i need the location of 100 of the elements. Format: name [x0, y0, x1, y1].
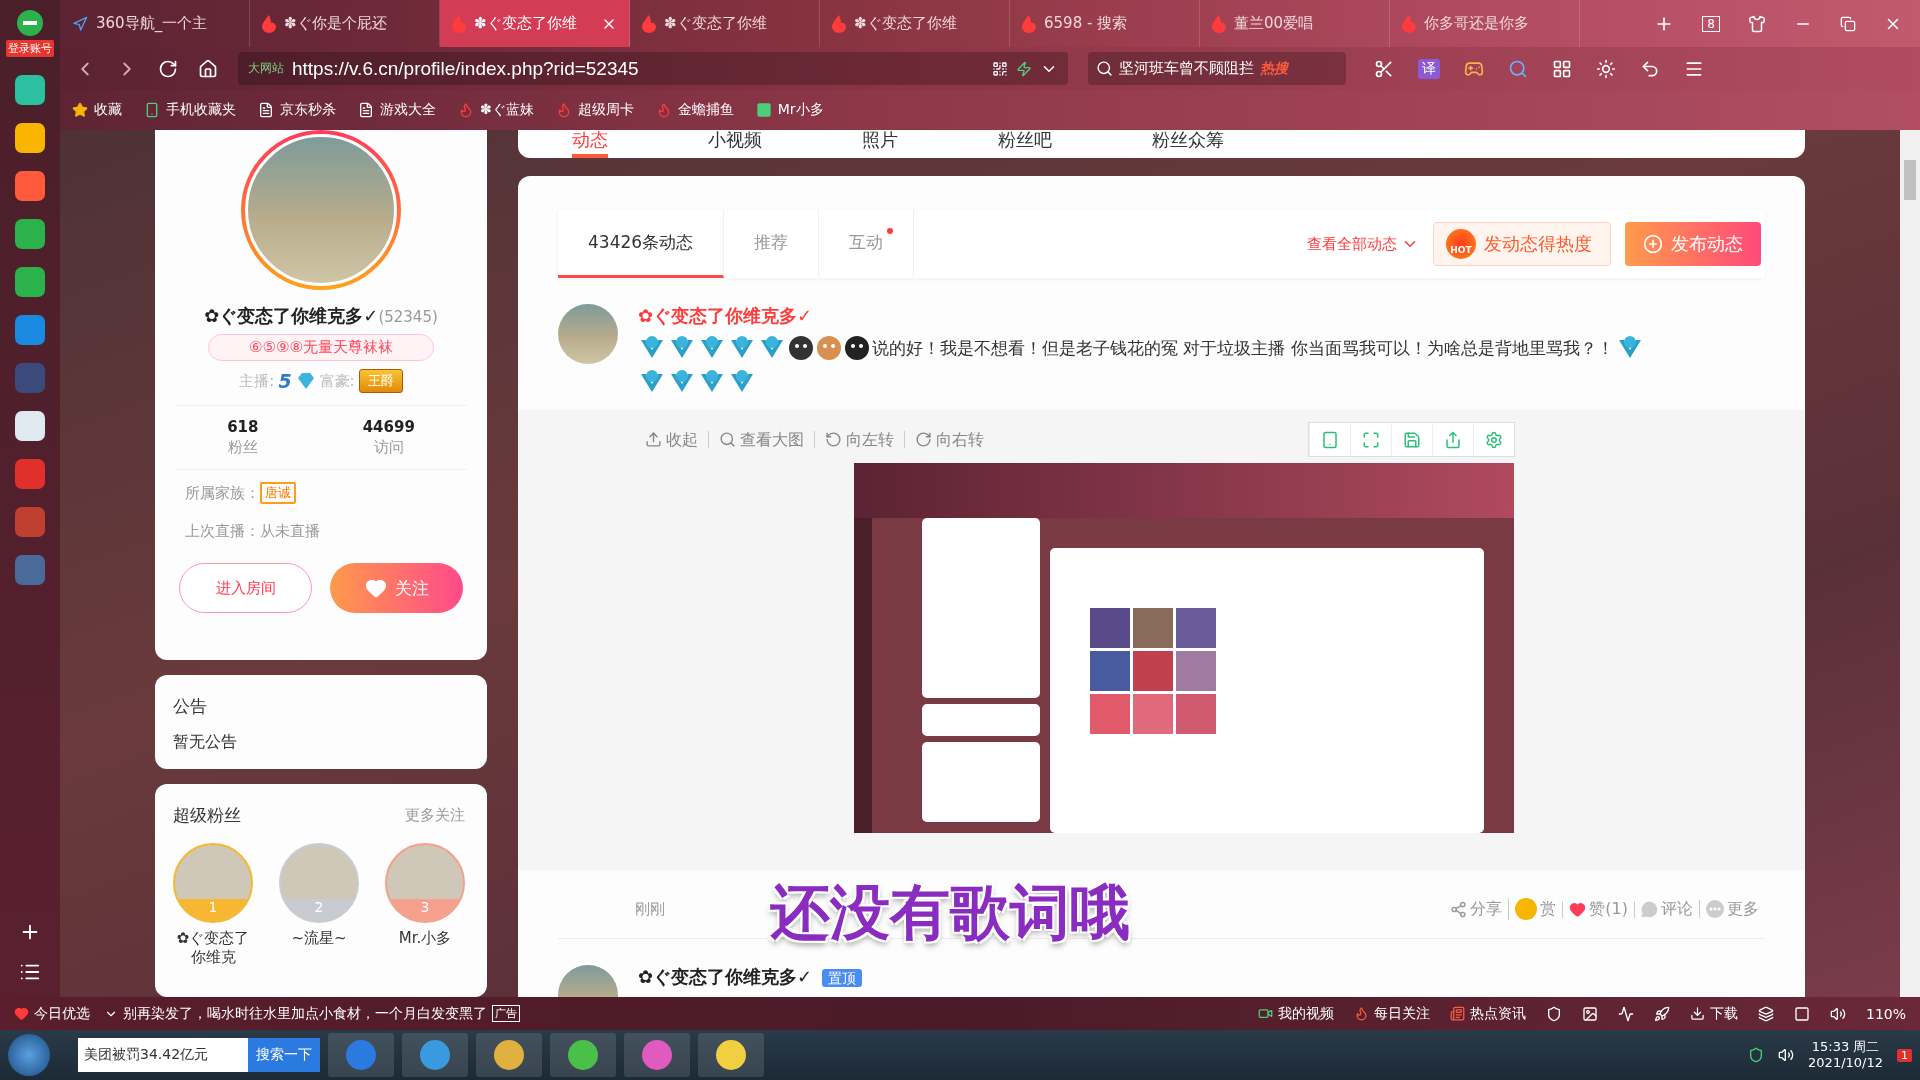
post-action-link[interactable]: 评论 [1634, 900, 1699, 918]
navigation-icon [72, 15, 88, 32]
post-action-link[interactable]: 更多 [1699, 900, 1765, 918]
app-icon[interactable] [15, 267, 45, 297]
bookmark-link[interactable]: 超级周卡 [555, 101, 634, 119]
zoom-level[interactable]: 110% [1865, 1005, 1906, 1022]
bookmark-link[interactable]: 京东秒杀 [258, 101, 336, 119]
login-link[interactable]: 登录账号 [6, 40, 54, 57]
comment-icon [1641, 900, 1658, 918]
shirt-icon[interactable] [1748, 14, 1766, 33]
undo-icon[interactable] [1640, 58, 1660, 79]
bookmark-link[interactable]: Mr小多 [755, 101, 824, 119]
restore-icon[interactable] [1840, 15, 1856, 32]
feed-tab[interactable]: 推荐 [724, 210, 820, 278]
news-link[interactable]: 别再染发了，喝水时往水里加点小食材，一个月白发变黑了 广告 [104, 1004, 520, 1023]
fan-name: ~流星~ [290, 929, 348, 948]
taskbar-app-icon[interactable] [624, 1033, 690, 1077]
scrollbar-thumb[interactable] [1904, 160, 1916, 200]
volume-icon[interactable] [1829, 1005, 1846, 1022]
image-tool-link[interactable]: 向右转 [904, 431, 994, 448]
heart-icon [1569, 900, 1587, 918]
address-field[interactable]: 大网站 https://v.6.cn/profile/index.php?rid=52345 [238, 52, 1068, 85]
hot-button[interactable]: HOT 发动态得热度 [1433, 222, 1611, 266]
view-all-link[interactable]: 查看全部动态 [1307, 234, 1419, 254]
image-tool-link[interactable]: 收起 [635, 431, 708, 448]
taskbar-app-icon[interactable] [476, 1033, 542, 1077]
post-action-link[interactable]: 赞(1) [1562, 900, 1634, 918]
nav-tab[interactable]: 粉丝众筹 [1152, 130, 1224, 158]
app-icon[interactable] [15, 171, 45, 201]
start-button[interactable] [8, 1034, 50, 1076]
taskbar-app-icon[interactable] [402, 1033, 468, 1077]
bookmark-link[interactable]: 金蟾捕鱼 [655, 101, 734, 119]
brightness-icon[interactable] [1596, 58, 1616, 79]
enter-room-button[interactable]: 进入房间 [179, 563, 312, 613]
image-icon[interactable] [1581, 1005, 1598, 1022]
download-link[interactable]: 下载 [1689, 1004, 1738, 1023]
bookmark-link[interactable]: 手机收藏夹 [144, 101, 236, 119]
today-picks-link[interactable]: 今日优选 [14, 1004, 90, 1023]
author-name[interactable]: ✿ぐ变态了你维克多✓ [638, 966, 813, 987]
qr-code-icon[interactable] [992, 60, 1008, 77]
window-icon[interactable] [1793, 1005, 1810, 1022]
reload-icon[interactable] [158, 58, 178, 79]
search-field[interactable]: 坚河班车曾不顾阻拦 热搜 [1088, 52, 1346, 85]
heart-icon [14, 1006, 29, 1021]
anchor-label: 主播: [239, 371, 275, 391]
app-icon[interactable] [15, 123, 45, 153]
taskbar-app-icon[interactable] [698, 1033, 764, 1077]
tab-count[interactable]: 8 [1702, 15, 1720, 32]
flame-logo-icon [1022, 14, 1036, 33]
health-icon[interactable] [1617, 1005, 1634, 1022]
share-icon [1450, 900, 1468, 918]
family-label: 所属家族： [185, 483, 260, 503]
rocket-icon[interactable] [1653, 1005, 1670, 1022]
search-icon [1096, 60, 1113, 77]
taskbar-app-icon[interactable] [550, 1033, 616, 1077]
browser-tab[interactable]: ✽ぐ变态了你维 [440, 0, 630, 47]
clock[interactable]: 15:33 周二 2021/10/12 [1808, 1039, 1883, 1071]
follow-button[interactable]: 关注 [330, 563, 463, 613]
scissors-icon[interactable] [1374, 58, 1394, 79]
author-name[interactable]: ✿ぐ变态了你维克多✓ [638, 304, 1765, 328]
translate-button[interactable]: 译 [1418, 58, 1440, 79]
taskbar-search-button[interactable]: 搜索一下 [248, 1038, 320, 1072]
lightning-icon[interactable] [1016, 60, 1032, 77]
image-tool-link[interactable]: 向左转 [814, 431, 904, 448]
publish-button[interactable]: 发布动态 [1625, 222, 1761, 266]
sticker-icon [816, 335, 842, 361]
grid-icon[interactable] [1552, 58, 1572, 79]
post-action-link[interactable]: 赏 [1508, 898, 1563, 920]
image-tool-link[interactable]: 查看大图 [708, 431, 814, 448]
volume-icon[interactable] [1778, 1047, 1795, 1063]
flame-logo-icon [832, 14, 846, 33]
bookmark-link[interactable]: ✽ぐ蓝妹 [458, 101, 534, 119]
family-tag: 唐诚 [260, 482, 296, 504]
bookmark-link[interactable]: 游戏大全 [358, 101, 436, 119]
stat-value: 618 [227, 418, 259, 436]
status-link[interactable]: 热点资讯 [1449, 1004, 1526, 1023]
flame-logo-icon [452, 14, 466, 33]
nav-tab[interactable]: 小视频 [708, 130, 762, 158]
nav-tab[interactable]: 动态 [572, 130, 608, 158]
more-follow-link[interactable]: 更多关注 [405, 806, 465, 825]
app-icon[interactable] [15, 411, 45, 441]
layers-icon[interactable] [1757, 1005, 1774, 1022]
nav-tab[interactable]: 粉丝吧 [998, 130, 1052, 158]
feed-tab[interactable]: 互动 [819, 210, 915, 278]
status-link[interactable]: 我的视频 [1257, 1004, 1334, 1023]
nav-tab[interactable]: 照片 [862, 130, 898, 158]
shield-icon[interactable] [1545, 1005, 1562, 1022]
search-icon[interactable] [1508, 58, 1528, 79]
app-icon[interactable] [15, 75, 45, 105]
shield-icon[interactable] [1748, 1047, 1765, 1063]
taskbar-search-field[interactable]: 美团被罚34.42亿元 搜索一下 [78, 1038, 320, 1072]
status-link[interactable]: 每日关注 [1353, 1004, 1430, 1023]
notification-count[interactable]: 1 [1897, 1048, 1912, 1062]
post-action-link[interactable]: 分享 [1444, 900, 1509, 918]
app-icon [755, 102, 772, 118]
feed-tab[interactable]: 43426条动态 [558, 210, 725, 278]
app-icon[interactable] [15, 219, 45, 249]
video-icon [1257, 1006, 1273, 1021]
home-icon[interactable] [198, 58, 218, 79]
bookmark-link[interactable]: 收藏 [72, 101, 122, 119]
